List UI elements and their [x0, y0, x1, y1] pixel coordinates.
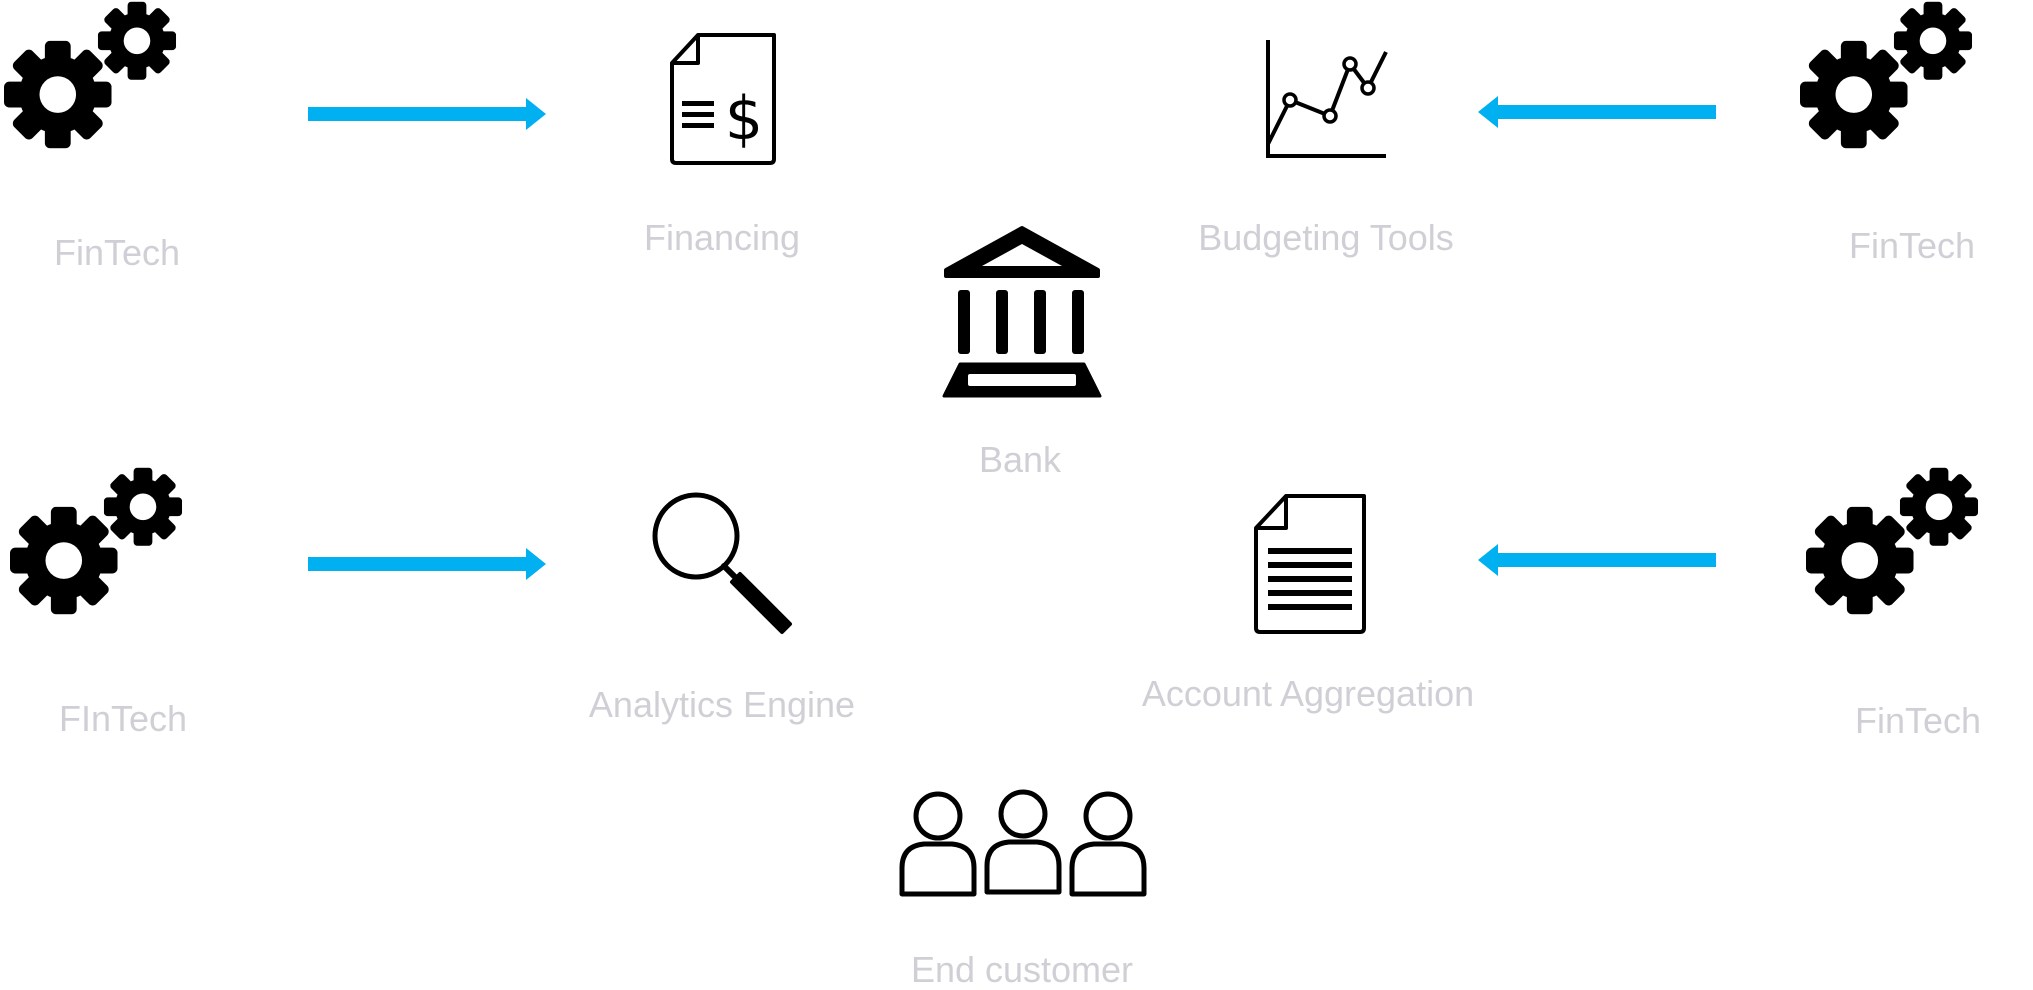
fintech-top-left-label: FinTech	[53, 232, 181, 273]
arrow-shaft	[1496, 553, 1716, 567]
budgeting-tools-label: Budgeting Tools	[1198, 217, 1454, 258]
arrow-fintech-to-financing	[308, 98, 546, 130]
arrow-fintech-to-analytics-engine	[308, 548, 546, 580]
document-icon	[1254, 494, 1366, 634]
end-customer-label: End customer	[910, 949, 1134, 990]
people-icon	[899, 789, 1147, 897]
gears-icon	[10, 466, 186, 616]
arrow-head	[1478, 96, 1498, 128]
arrow-fintech-to-budgeting-tools	[1478, 96, 1716, 128]
account-aggregation-label: Account Aggregation	[1141, 673, 1475, 714]
bank-label: Bank	[978, 439, 1062, 480]
gears-icon	[1806, 466, 1982, 616]
financing-label: Financing	[643, 217, 801, 258]
arrow-head	[526, 98, 546, 130]
arrow-fintech-to-account-aggregation	[1478, 544, 1716, 576]
diagram-canvas: FinTech FinTech FInTech FinTech $ Financ…	[0, 0, 2033, 990]
analytics-engine-label: Analytics Engine	[588, 684, 856, 725]
gears-icon	[1800, 0, 1976, 150]
fintech-bottom-left-label: FInTech	[58, 698, 188, 739]
fintech-top-right-label: FinTech	[1848, 225, 1976, 266]
line-chart-icon	[1266, 40, 1388, 158]
arrow-head	[526, 548, 546, 580]
fintech-bottom-right-label: FinTech	[1854, 700, 1982, 741]
invoice-dollar-icon: $	[670, 33, 776, 165]
magnifier-icon	[652, 492, 792, 634]
bank-icon	[942, 226, 1102, 398]
svg-text:$: $	[725, 84, 763, 154]
gears-icon	[4, 0, 180, 150]
arrow-shaft	[308, 107, 528, 121]
arrow-shaft	[308, 557, 528, 571]
arrow-head	[1478, 544, 1498, 576]
arrow-shaft	[1496, 105, 1716, 119]
